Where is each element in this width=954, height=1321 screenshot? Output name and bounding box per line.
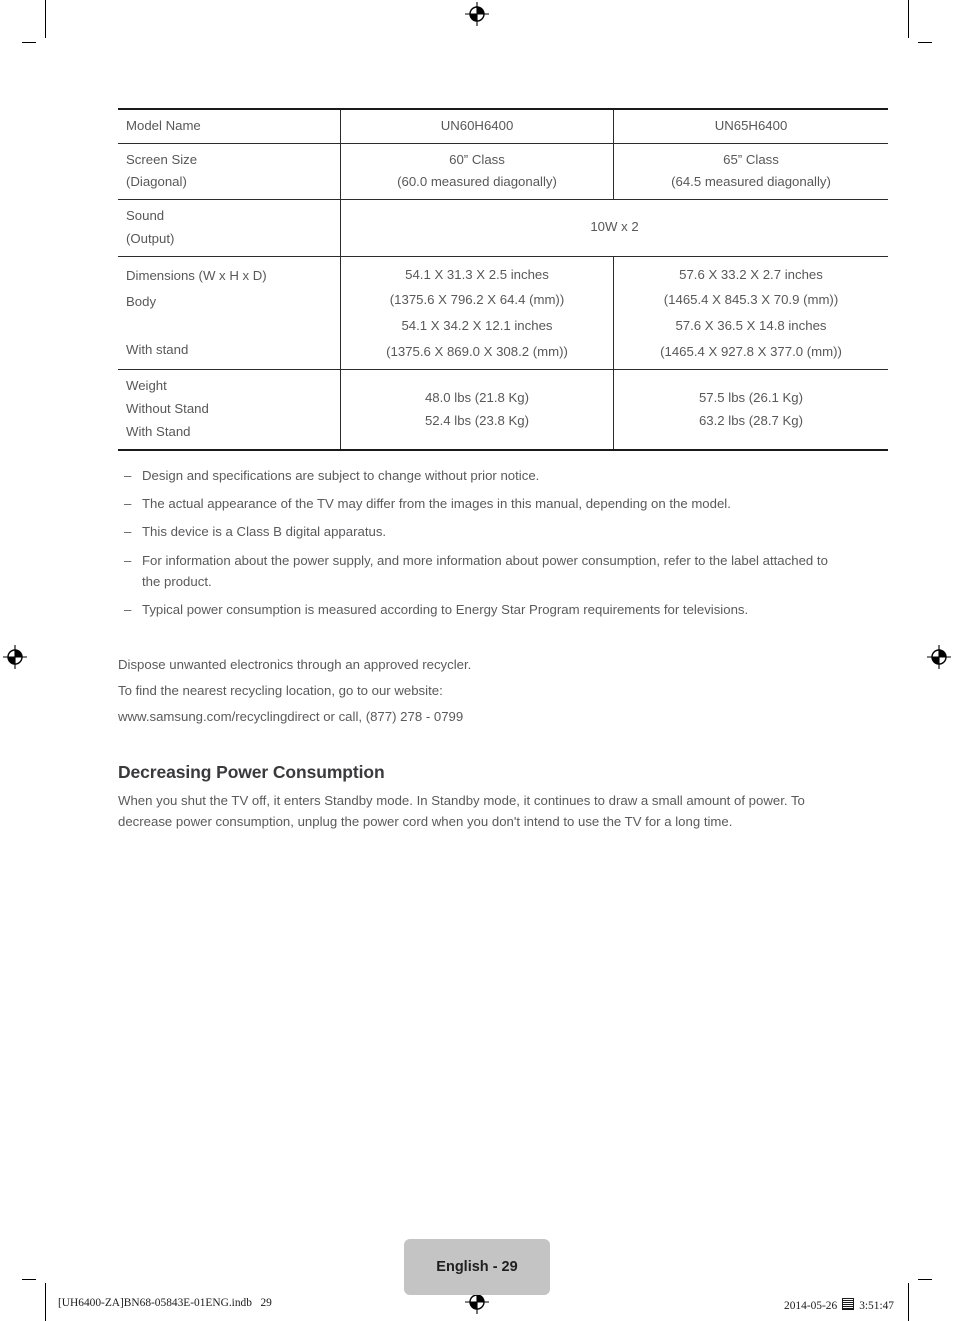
page-number-label: English - 29 xyxy=(436,1259,518,1275)
note-text: Typical power consumption is measured ac… xyxy=(142,602,749,618)
section-body-text: When you shut the TV off, it enters Stan… xyxy=(118,793,805,830)
dash-bullet-icon: – xyxy=(124,602,132,618)
crop-mark-bottom-right-horizontal xyxy=(918,1279,932,1280)
note-text: This device is a Class B digital apparat… xyxy=(142,524,387,540)
row-label-dimensions: Dimensions (W x H x D) Body With stand xyxy=(118,256,341,371)
cell-weight-un65: 57.5 lbs (26.1 Kg) 63.2 lbs (28.7 Kg) xyxy=(613,369,888,451)
notes-list: – Design and specifications are subject … xyxy=(118,465,838,621)
cell-dimensions-un65: 57.6 X 33.2 X 2.7 inches (1465.4 X 845.3… xyxy=(613,256,888,371)
crop-mark-bottom-right-vertical xyxy=(908,1283,909,1321)
dash-bullet-icon: – xyxy=(124,495,132,511)
registration-mark-right xyxy=(927,645,951,669)
footer-timestamp: 2014-05-26 3:51:47 xyxy=(784,1297,894,1312)
crop-mark-top-left-horizontal xyxy=(22,42,36,43)
table-row-sound: Sound (Output) 10W x 2 xyxy=(118,199,888,257)
crop-mark-top-left-vertical xyxy=(45,0,46,38)
crop-mark-bottom-left-vertical xyxy=(45,1283,46,1321)
footer-date: 2014-05-26 xyxy=(784,1300,838,1312)
row-label-dimensions-spacer xyxy=(126,315,332,337)
list-item: – The actual appearance of the TV may di… xyxy=(118,493,838,514)
missing-glyph-icon xyxy=(842,1298,855,1310)
cell-screen-size-un65: 65” Class (64.5 measured diagonally) xyxy=(613,143,888,201)
section-heading: Decreasing Power Consumption xyxy=(118,762,385,783)
cell-model-name-un60: UN60H6400 xyxy=(340,107,614,144)
recycling-website-line: www.samsung.com/recyclingdirect or call,… xyxy=(118,708,464,724)
crop-mark-bottom-left-horizontal xyxy=(22,1279,36,1280)
registration-mark-top xyxy=(465,2,489,26)
footer-file-reference: [UH6400-ZA]BN68-05843E-01ENG.indb 29 xyxy=(58,1297,272,1309)
list-item: – For information about the power supply… xyxy=(118,550,838,593)
specifications-table: Model Name UN60H6400 UN65H6400 Screen Si… xyxy=(118,107,888,451)
note-text: For information about the power supply, … xyxy=(142,552,828,590)
table-row-model-name: Model Name UN60H6400 UN65H6400 xyxy=(118,107,888,144)
note-text: The actual appearance of the TV may diff… xyxy=(142,495,731,511)
list-item: – Typical power consumption is measured … xyxy=(118,599,838,620)
recycling-line-2: To find the nearest recycling location, … xyxy=(118,682,443,698)
cell-weight-un60: 48.0 lbs (21.8 Kg) 52.4 lbs (23.8 Kg) xyxy=(340,369,614,451)
printed-page: Model Name UN60H6400 UN65H6400 Screen Si… xyxy=(0,0,954,1321)
dash-bullet-icon: – xyxy=(124,467,132,483)
page-number-badge: English - 29 xyxy=(404,1239,550,1295)
registration-mark-left xyxy=(3,645,27,669)
row-label-screen-size: Screen Size (Diagonal) xyxy=(118,143,341,201)
footer-time: 3:51:47 xyxy=(859,1300,894,1312)
cell-sound-output: 10W x 2 xyxy=(340,199,888,257)
crop-mark-top-right-horizontal xyxy=(918,42,932,43)
row-label-weight: Weight Without Stand With Stand xyxy=(118,369,341,451)
cell-dimensions-un60: 54.1 X 31.3 X 2.5 inches (1375.6 X 796.2… xyxy=(340,256,614,371)
cell-screen-size-un60: 60” Class (60.0 measured diagonally) xyxy=(340,143,614,201)
dash-bullet-icon: – xyxy=(124,552,132,568)
cell-model-name-un65: UN65H6400 xyxy=(613,107,888,144)
table-row-dimensions: Dimensions (W x H x D) Body With stand 5… xyxy=(118,256,888,371)
recycling-line-1: Dispose unwanted electronics through an … xyxy=(118,656,472,672)
row-label-model-name: Model Name xyxy=(118,107,341,144)
list-item: – This device is a Class B digital appar… xyxy=(118,521,838,542)
row-label-sound: Sound (Output) xyxy=(118,199,341,257)
dash-bullet-icon: – xyxy=(124,524,132,540)
recycling-info: Dispose unwanted electronics through an … xyxy=(118,652,838,730)
page-content: Model Name UN60H6400 UN65H6400 Screen Si… xyxy=(118,107,888,833)
table-row-screen-size: Screen Size (Diagonal) 60” Class (60.0 m… xyxy=(118,143,888,201)
table-row-weight: Weight Without Stand With Stand 48.0 lbs… xyxy=(118,369,888,451)
list-item: – Design and specifications are subject … xyxy=(118,465,838,486)
crop-mark-top-right-vertical xyxy=(908,0,909,38)
note-text: Design and specifications are subject to… xyxy=(142,467,540,483)
